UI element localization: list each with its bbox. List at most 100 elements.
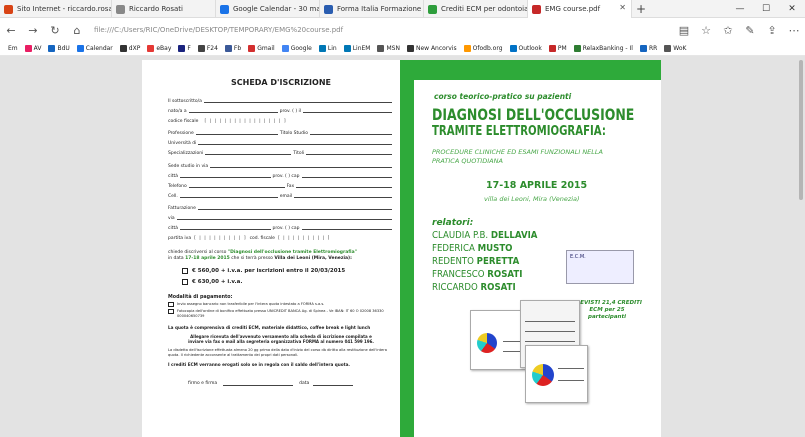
tab-google-calendar[interactable]: Google Calendar - 30 mar -	[216, 0, 320, 18]
quota-included: La quota è comprensiva di crediti ECM, m…	[168, 325, 371, 331]
course-place: villa dei Leoni, Mira (Venezia)	[484, 195, 580, 203]
form-row: partita iva[ | | | | | | | | | ] cod. fis…	[168, 236, 331, 241]
page-icon	[324, 4, 333, 14]
close-window-icon[interactable]: ✕	[779, 0, 805, 18]
tab-bar: Sito Internet - riccardo.rosa Riccardo R…	[0, 0, 805, 18]
payment-option: Fotocopia dell'ordine di bonifico effett…	[168, 309, 394, 318]
bookmark-icon	[48, 45, 56, 52]
bookmark-icon	[664, 45, 672, 52]
bookmark-icon	[573, 45, 581, 52]
brochure-title: DIAGNOSI DELL'OCCLUSIONE	[432, 105, 635, 124]
fav-item[interactable]: Ofodb.org	[463, 45, 503, 52]
form-row: Università di	[168, 137, 394, 146]
bookmark-icon	[147, 45, 155, 52]
back-icon[interactable]: ←	[0, 19, 22, 41]
forward-icon[interactable]: →	[22, 19, 44, 41]
scrollbar-thumb[interactable]	[799, 60, 803, 200]
bookmark-icon	[248, 45, 256, 52]
speaker: FRANCESCO ROSATI	[432, 269, 523, 280]
maximize-icon[interactable]: ☐	[753, 0, 779, 18]
window-controls: — ☐ ✕	[727, 0, 805, 18]
form-row: Cell. email	[168, 190, 394, 199]
fav-item[interactable]: PM	[548, 45, 567, 52]
fav-item[interactable]: LinEM	[343, 45, 370, 52]
payment-option: Invio assegno bancario non trasferibile …	[168, 302, 394, 307]
fav-item[interactable]: AV	[24, 45, 41, 52]
form-row: Sede studio in via	[168, 160, 394, 169]
fav-item[interactable]: Lin	[318, 45, 337, 52]
fav-item[interactable]: MSN	[377, 45, 400, 52]
favorites-hub-icon[interactable]: ✩	[717, 19, 739, 41]
form-row: Il sottoscritto/a	[168, 95, 394, 104]
form-row: Fatturazione	[168, 202, 394, 211]
tab-sito-internet[interactable]: Sito Internet - riccardo.rosa	[0, 0, 112, 18]
fav-item[interactable]: F	[178, 45, 191, 52]
waveform	[525, 331, 575, 332]
address-bar[interactable]: file:///C:/Users/RIC/OneDrive/DESKTOP/TE…	[88, 21, 673, 39]
tab-emg-course[interactable]: EMG course.pdf ✕	[528, 0, 632, 18]
speaker: RICCARDO ROSATI	[432, 282, 516, 293]
share-icon[interactable]: ⇪	[761, 19, 783, 41]
bookmark-icon	[197, 45, 205, 52]
bookmark-icon	[463, 45, 471, 52]
bookmark-icon	[377, 45, 385, 52]
ecm-credits: PREVISTI 21,4 CREDITI ECM per 25 parteci…	[572, 300, 642, 320]
speaker: FEDERICA MUSTO	[432, 243, 513, 254]
fav-item[interactable]: WoK	[664, 45, 686, 52]
fav-item[interactable]: New Ancorvis	[406, 45, 457, 52]
price-option-standard[interactable]: € 630,00 + i.v.a.	[182, 279, 394, 285]
bookmark-icon	[548, 45, 556, 52]
tab-forma-italia[interactable]: Forma Italia Formazione	[320, 0, 424, 18]
fav-item[interactable]: F24	[197, 45, 218, 52]
minimize-icon[interactable]: —	[727, 0, 753, 18]
registration-form: SCHEDA D'ISCRIZIONE Il sottoscritto/a na…	[168, 78, 394, 387]
reading-view-icon[interactable]: ▤	[673, 19, 695, 41]
refresh-icon[interactable]: ↻	[44, 19, 66, 41]
fav-item[interactable]: dXP	[119, 45, 140, 52]
fav-item[interactable]: Outlook	[509, 45, 542, 52]
form-row: codice fiscale[ | | | | | | | | | | | | …	[168, 119, 287, 124]
bookmark-icon	[178, 45, 186, 52]
ecm-logo: E.C.M.	[566, 250, 634, 284]
fav-item[interactable]: RR	[639, 45, 657, 52]
vertical-scrollbar[interactable]	[797, 56, 805, 437]
tab-riccardo-rosati[interactable]: Riccardo Rosati	[112, 0, 216, 18]
fav-item[interactable]: Calendar	[76, 45, 113, 52]
checkbox[interactable]	[182, 279, 188, 285]
more-icon[interactable]: ⋯	[783, 19, 805, 41]
emg-screenshot-3	[525, 345, 588, 403]
favorites-bar: Em AV BdU Calendar dXP eBay F F24 Fb Gma…	[0, 42, 805, 56]
speaker: CLAUDIA P.B. DELLAVIA	[432, 230, 538, 241]
speakers-heading: relatori:	[432, 218, 474, 228]
home-icon[interactable]: ⌂	[66, 19, 88, 41]
pie-graphic	[532, 364, 554, 386]
new-tab-button[interactable]: +	[632, 0, 650, 18]
waveform	[525, 321, 575, 322]
fav-item[interactable]: BdU	[48, 45, 70, 52]
fav-item[interactable]: RelaxBanking - Il	[573, 45, 633, 52]
fav-item[interactable]: Google	[281, 45, 312, 52]
form-title: SCHEDA D'ISCRIZIONE	[231, 78, 331, 87]
fav-item[interactable]: Gmail	[248, 45, 275, 52]
waveform	[558, 368, 584, 369]
notes-icon[interactable]: ✎	[739, 19, 761, 41]
brochure-subtitle: procedure cliniche ed esami funzionali n…	[432, 148, 603, 165]
waveform	[558, 380, 584, 381]
close-tab-icon[interactable]: ✕	[619, 3, 626, 12]
green-header-band	[400, 60, 661, 80]
form-row: città prov. ( ) cap	[168, 170, 394, 179]
email-icon	[4, 4, 13, 14]
bookmark-icon	[406, 45, 414, 52]
calendar-icon	[220, 4, 229, 14]
ecm-note: I crediti ECM verranno erogati solo se i…	[168, 362, 350, 368]
form-row: Professione Titolo Studio	[168, 127, 394, 136]
tab-crediti-ecm[interactable]: Crediti ECM per odontoiatri	[424, 0, 528, 18]
fav-item[interactable]: eBay	[147, 45, 171, 52]
price-option-early[interactable]: € 560,00 + i.v.a. per iscrizioni entro i…	[182, 268, 394, 274]
bookmark-icon	[76, 45, 84, 52]
pdf-page-brochure: corso teorico-pratico su pazienti DIAGNO…	[400, 60, 661, 437]
checkbox[interactable]	[182, 268, 188, 274]
fav-item[interactable]: Fb	[224, 45, 241, 52]
fav-item[interactable]: Em	[8, 45, 18, 52]
favorite-star-icon[interactable]: ☆	[695, 19, 717, 41]
